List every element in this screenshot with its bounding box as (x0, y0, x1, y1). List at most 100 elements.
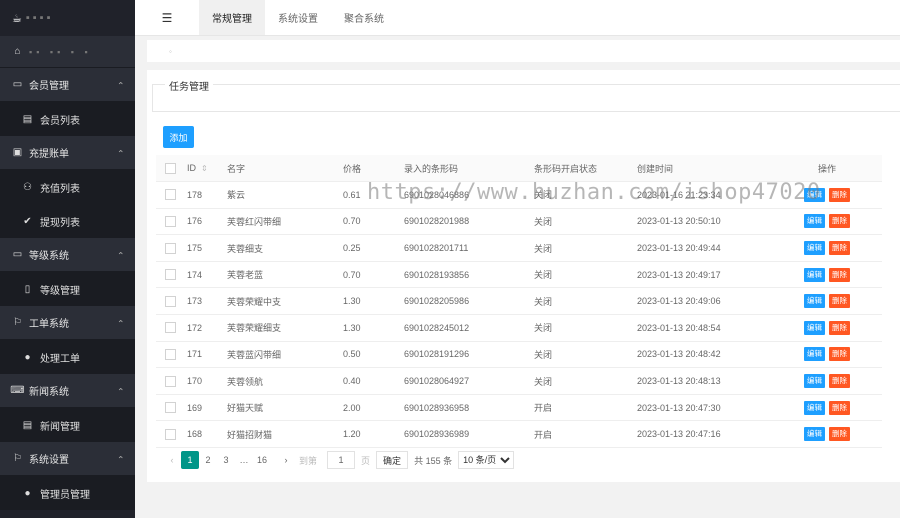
table-row[interactable]: 178 紫云 0.61 6901028046886 关闭 2023-01-16 21:23… (156, 181, 882, 209)
row-checkbox[interactable] (165, 269, 176, 281)
row-checkbox[interactable] (165, 295, 176, 307)
sidebar-home-row[interactable]: ⌂ ▪▪ ▪▪ ▪ ▪ (0, 36, 135, 68)
row-select-cell[interactable] (156, 234, 187, 262)
page-number[interactable]: 2 (199, 451, 217, 469)
sidebar-group[interactable]: ▭ 会员管理 ⌄ (0, 68, 135, 102)
chevron-up-icon: ⌄ (117, 386, 125, 396)
row-select-cell[interactable] (156, 420, 187, 449)
table-row[interactable]: 172 芙蓉荣耀细支 1.30 6901028245012 关闭 2023-01-13 2… (156, 314, 882, 342)
cell-id: 170 (187, 367, 227, 395)
sidebar-item[interactable]: ▤ 新闻管理 (0, 408, 135, 442)
sort-icon[interactable]: ⇕ (201, 164, 208, 173)
delete-button[interactable]: 删除 (829, 294, 850, 309)
delete-button[interactable]: 删除 (829, 320, 850, 335)
table-row[interactable]: 169 好猫天赋 2.00 6901028936958 开启 2023-01-13 20:… (156, 394, 882, 422)
sidebar-item[interactable]: ● 处理工单 (0, 340, 135, 374)
flag-icon: ⚐ (13, 453, 22, 464)
menu-toggle-icon[interactable]: ☰ (135, 0, 199, 35)
table-row[interactable]: 174 芙蓉老蓝 0.70 6901028193856 关闭 2023-01-13 20:… (156, 261, 882, 289)
row-select-cell[interactable] (156, 341, 187, 369)
edit-button[interactable]: 编辑 (804, 427, 825, 442)
row-checkbox[interactable] (165, 242, 176, 254)
delete-button[interactable]: 删除 (829, 400, 850, 415)
cell-created: 2023-01-13 20:49:44 (637, 234, 772, 262)
cell-actions: 编辑 删除 (772, 287, 882, 316)
delete-button[interactable]: 删除 (829, 187, 850, 202)
sidebar-group[interactable]: ⚐ 工单系统 ⌄ (0, 306, 135, 340)
tab-system-settings[interactable]: 系统设置 (265, 0, 331, 35)
edit-button[interactable]: 编辑 (804, 241, 825, 256)
row-checkbox[interactable] (165, 322, 176, 334)
sidebar-item[interactable]: ● 管理员管理 (0, 476, 135, 510)
edit-button[interactable]: 编辑 (804, 347, 825, 362)
delete-button[interactable]: 删除 (829, 267, 850, 282)
tab-aggregate-system[interactable]: 聚合系统 (331, 0, 397, 35)
edit-button[interactable]: 编辑 (804, 187, 825, 202)
page-number[interactable]: 3 (217, 451, 235, 469)
cell-id: 176 (187, 208, 227, 236)
row-checkbox[interactable] (165, 402, 176, 414)
row-select-cell[interactable] (156, 261, 187, 289)
edit-button[interactable]: 编辑 (804, 214, 825, 229)
cell-actions: 编辑 删除 (772, 341, 882, 369)
edit-button[interactable]: 编辑 (804, 267, 825, 282)
cell-status: 关闭 (534, 234, 637, 262)
list-icon: ▤ (22, 113, 33, 125)
sidebar-item[interactable]: ▯ 等级管理 (0, 272, 135, 306)
goto-confirm-button[interactable]: 确定 (376, 451, 409, 469)
laptop-icon: ▭ (12, 249, 23, 260)
row-select-cell[interactable] (156, 181, 187, 209)
tab-general[interactable]: 常规管理 (199, 0, 265, 35)
row-checkbox[interactable] (165, 349, 176, 361)
cell-actions: 编辑 删除 (772, 208, 882, 236)
goto-page-input[interactable] (327, 451, 356, 469)
cell-created: 2023-01-16 21:23:34 (637, 181, 772, 209)
prev-page-icon[interactable]: ‹ (163, 451, 181, 469)
delete-button[interactable]: 删除 (829, 427, 850, 442)
row-select-cell[interactable] (156, 367, 187, 395)
row-checkbox[interactable] (165, 216, 176, 228)
cell-actions: 编辑 删除 (772, 234, 882, 262)
row-checkbox[interactable] (165, 375, 176, 387)
cell-created: 2023-01-13 20:47:30 (637, 394, 772, 422)
sidebar-group[interactable]: ⚐ 系统设置 ⌄ (0, 442, 135, 476)
table-row[interactable]: 175 芙蓉细支 0.25 6901028201711 关闭 2023-01-13 20:… (156, 234, 882, 262)
edit-button[interactable]: 编辑 (804, 374, 825, 389)
row-select-cell[interactable] (156, 287, 187, 316)
page-number-active[interactable]: 1 (181, 451, 199, 469)
sidebar-group[interactable]: ⌨ 新闻系统 ⌄ (0, 374, 135, 408)
cell-barcode: 6901028064927 (404, 367, 534, 395)
delete-button[interactable]: 删除 (829, 214, 850, 229)
row-select-cell[interactable] (156, 394, 187, 422)
delete-button[interactable]: 删除 (829, 374, 850, 389)
select-all-checkbox[interactable] (165, 162, 176, 174)
sidebar-group[interactable]: ▭ 等级系统 ⌄ (0, 238, 135, 272)
edit-button[interactable]: 编辑 (804, 400, 825, 415)
table-row[interactable]: 168 好猫招财猫 1.20 6901028936989 开启 2023-01-13 20… (156, 420, 882, 449)
select-all-cell[interactable] (156, 155, 187, 183)
table-row[interactable]: 170 芙蓉领航 0.40 6901028064927 关闭 2023-01-13 20:… (156, 367, 882, 395)
sidebar-group[interactable]: ▣ 充提账单 ⌄ (0, 136, 135, 170)
table-row[interactable]: 171 芙蓉蓝闪带细 0.50 6901028191296 关闭 2023-01-13 2… (156, 341, 882, 369)
sidebar-item[interactable]: ▤ 会员列表 (0, 102, 135, 136)
row-checkbox[interactable] (165, 189, 176, 201)
edit-button[interactable]: 编辑 (804, 320, 825, 335)
row-select-cell[interactable] (156, 208, 187, 236)
table-row[interactable]: 176 芙蓉红闪带细 0.70 6901028201988 关闭 2023-01-13 2… (156, 208, 882, 236)
row-checkbox[interactable] (165, 428, 176, 440)
cell-id: 174 (187, 261, 227, 289)
sidebar-item[interactable]: ⚇ 充值列表 (0, 170, 135, 204)
delete-button[interactable]: 删除 (829, 347, 850, 362)
table-row[interactable]: 173 芙蓉荣耀中支 1.30 6901028205986 关闭 2023-01-13 2… (156, 287, 882, 316)
page-size-select[interactable]: 10 条/页 (458, 451, 515, 469)
next-page-icon[interactable]: › (277, 451, 295, 469)
edit-button[interactable]: 编辑 (804, 294, 825, 309)
row-select-cell[interactable] (156, 314, 187, 342)
cell-actions: 编辑 删除 (772, 261, 882, 289)
col-id[interactable]: ID ⇕ (187, 155, 227, 183)
add-button[interactable]: 添加 (163, 126, 194, 148)
delete-button[interactable]: 删除 (829, 241, 850, 256)
cell-barcode: 6901028936958 (404, 394, 534, 422)
page-number[interactable]: 16 (253, 451, 271, 469)
sidebar-item[interactable]: ✔ 提现列表 (0, 204, 135, 238)
